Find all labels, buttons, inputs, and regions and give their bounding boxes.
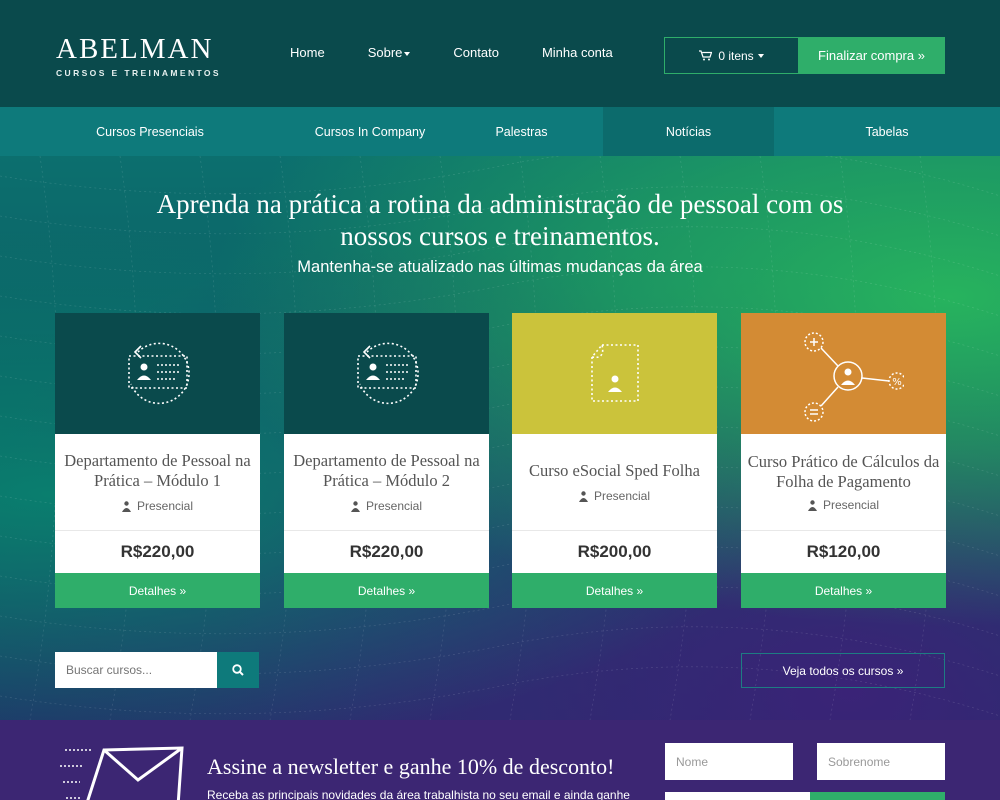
card-body: Departamento de Pessoal na Prática – Mód…: [284, 434, 489, 531]
person-icon: [121, 500, 131, 512]
cart-label: 0 itens: [718, 48, 754, 63]
card-mode-label: Presencial: [136, 499, 194, 513]
id-card-icon: [356, 342, 419, 404]
first-name-input[interactable]: Nome: [665, 743, 793, 780]
subnav-cursos-in-company[interactable]: Cursos In Company: [300, 107, 440, 156]
top-navigation: Home Sobre Contato Minha conta: [290, 45, 656, 60]
nav-sobre[interactable]: Sobre: [368, 45, 411, 60]
id-card-icon: [127, 342, 190, 404]
last-name-input[interactable]: Sobrenome: [817, 743, 945, 780]
subnav-tabelas[interactable]: Tabelas: [774, 107, 1000, 156]
hero-subtitle: Mantenha-se atualizado nas últimas mudan…: [297, 258, 703, 276]
nav-minha-conta[interactable]: Minha conta: [542, 45, 613, 60]
card-body: Curso Prático de Cálculos da Folha de Pa…: [741, 434, 946, 531]
subnav-noticias[interactable]: Notícias: [603, 107, 774, 156]
nav-home[interactable]: Home: [290, 45, 325, 60]
card-body: Departamento de Pessoal na Prática – Mód…: [55, 434, 260, 531]
card-image: %: [741, 313, 946, 434]
details-button[interactable]: Detalhes »: [512, 573, 717, 608]
card-price: R$120,00: [806, 542, 881, 561]
caret-down-icon: [404, 51, 411, 56]
course-card[interactable]: Curso eSocial Sped Folha Presencial R$20…: [512, 313, 717, 608]
person-icon: [578, 490, 588, 502]
hero-section: Aprenda na prática a rotina da administr…: [0, 156, 1000, 720]
course-card[interactable]: Departamento de Pessoal na Prática – Mód…: [284, 313, 489, 608]
search-input[interactable]: [55, 652, 218, 688]
logo[interactable]: ABELMAN CURSOS E TREINAMENTOS: [56, 34, 221, 78]
newsletter-title: Assine a newsletter e ganhe 10% de desco…: [207, 754, 615, 779]
card-mode-label: Presencial: [593, 489, 651, 503]
envelope-icon: [60, 746, 184, 800]
card-title: Curso Prático de Cálculos da Folha de Pa…: [747, 452, 940, 491]
search-icon: [232, 664, 244, 676]
details-button[interactable]: Detalhes »: [284, 573, 489, 608]
card-price: R$220,00: [120, 542, 195, 561]
category-navigation: Cursos Presenciais Cursos In Company Pal…: [0, 107, 1000, 156]
search-button[interactable]: [217, 652, 259, 688]
calculation-network-icon: %: [803, 331, 904, 422]
view-all-courses-button[interactable]: Veja todos os cursos »: [741, 653, 945, 688]
card-image: [55, 313, 260, 434]
card-body: Curso eSocial Sped Folha Presencial: [512, 434, 717, 531]
card-mode: Presencial: [350, 499, 423, 513]
card-mode-label: Presencial: [822, 498, 880, 512]
card-title: Curso eSocial Sped Folha: [529, 461, 700, 480]
course-card[interactable]: % Curso Prático de Cálculos da Folha de …: [741, 313, 946, 608]
site-header: ABELMAN CURSOS E TREINAMENTOS Home Sobre…: [0, 0, 1000, 107]
document-user-icon: [590, 343, 639, 402]
newsletter-section: Assine a newsletter e ganhe 10% de desco…: [0, 720, 1000, 800]
logo-name: ABELMAN: [56, 33, 214, 65]
email-input[interactable]: [665, 792, 810, 800]
caret-down-icon: [757, 53, 764, 58]
subnav-cursos-presenciais[interactable]: Cursos Presenciais: [0, 107, 300, 156]
card-image: [284, 313, 489, 434]
subscribe-button[interactable]: [810, 792, 945, 800]
cart-icon: [699, 50, 713, 61]
hero-title: Aprenda na prática a rotina da administr…: [156, 189, 844, 251]
newsletter-text: Receba as principais novidades da área t…: [207, 788, 630, 800]
course-card[interactable]: Departamento de Pessoal na Prática – Mód…: [55, 313, 260, 608]
card-image: [512, 313, 717, 434]
subnav-palestras[interactable]: Palestras: [440, 107, 603, 156]
nav-sobre-label: Sobre: [367, 45, 403, 60]
nav-contato[interactable]: Contato: [453, 45, 499, 60]
checkout-button[interactable]: Finalizar compra »: [798, 37, 945, 74]
card-title: Departamento de Pessoal na Prática – Mód…: [293, 451, 480, 490]
card-price: R$200,00: [577, 542, 652, 561]
card-mode: Presencial: [807, 498, 880, 512]
person-icon: [807, 499, 817, 511]
logo-tagline: CURSOS E TREINAMENTOS: [56, 68, 222, 78]
card-price: R$220,00: [349, 542, 424, 561]
card-title: Departamento de Pessoal na Prática – Mód…: [64, 451, 251, 490]
cart-button[interactable]: 0 itens: [664, 37, 799, 74]
card-mode: Presencial: [121, 499, 194, 513]
details-button[interactable]: Detalhes »: [741, 573, 946, 608]
details-button[interactable]: Detalhes »: [55, 573, 260, 608]
person-icon: [350, 500, 360, 512]
svg-text:%: %: [892, 377, 902, 388]
card-mode-label: Presencial: [365, 499, 423, 513]
card-mode: Presencial: [578, 489, 651, 503]
